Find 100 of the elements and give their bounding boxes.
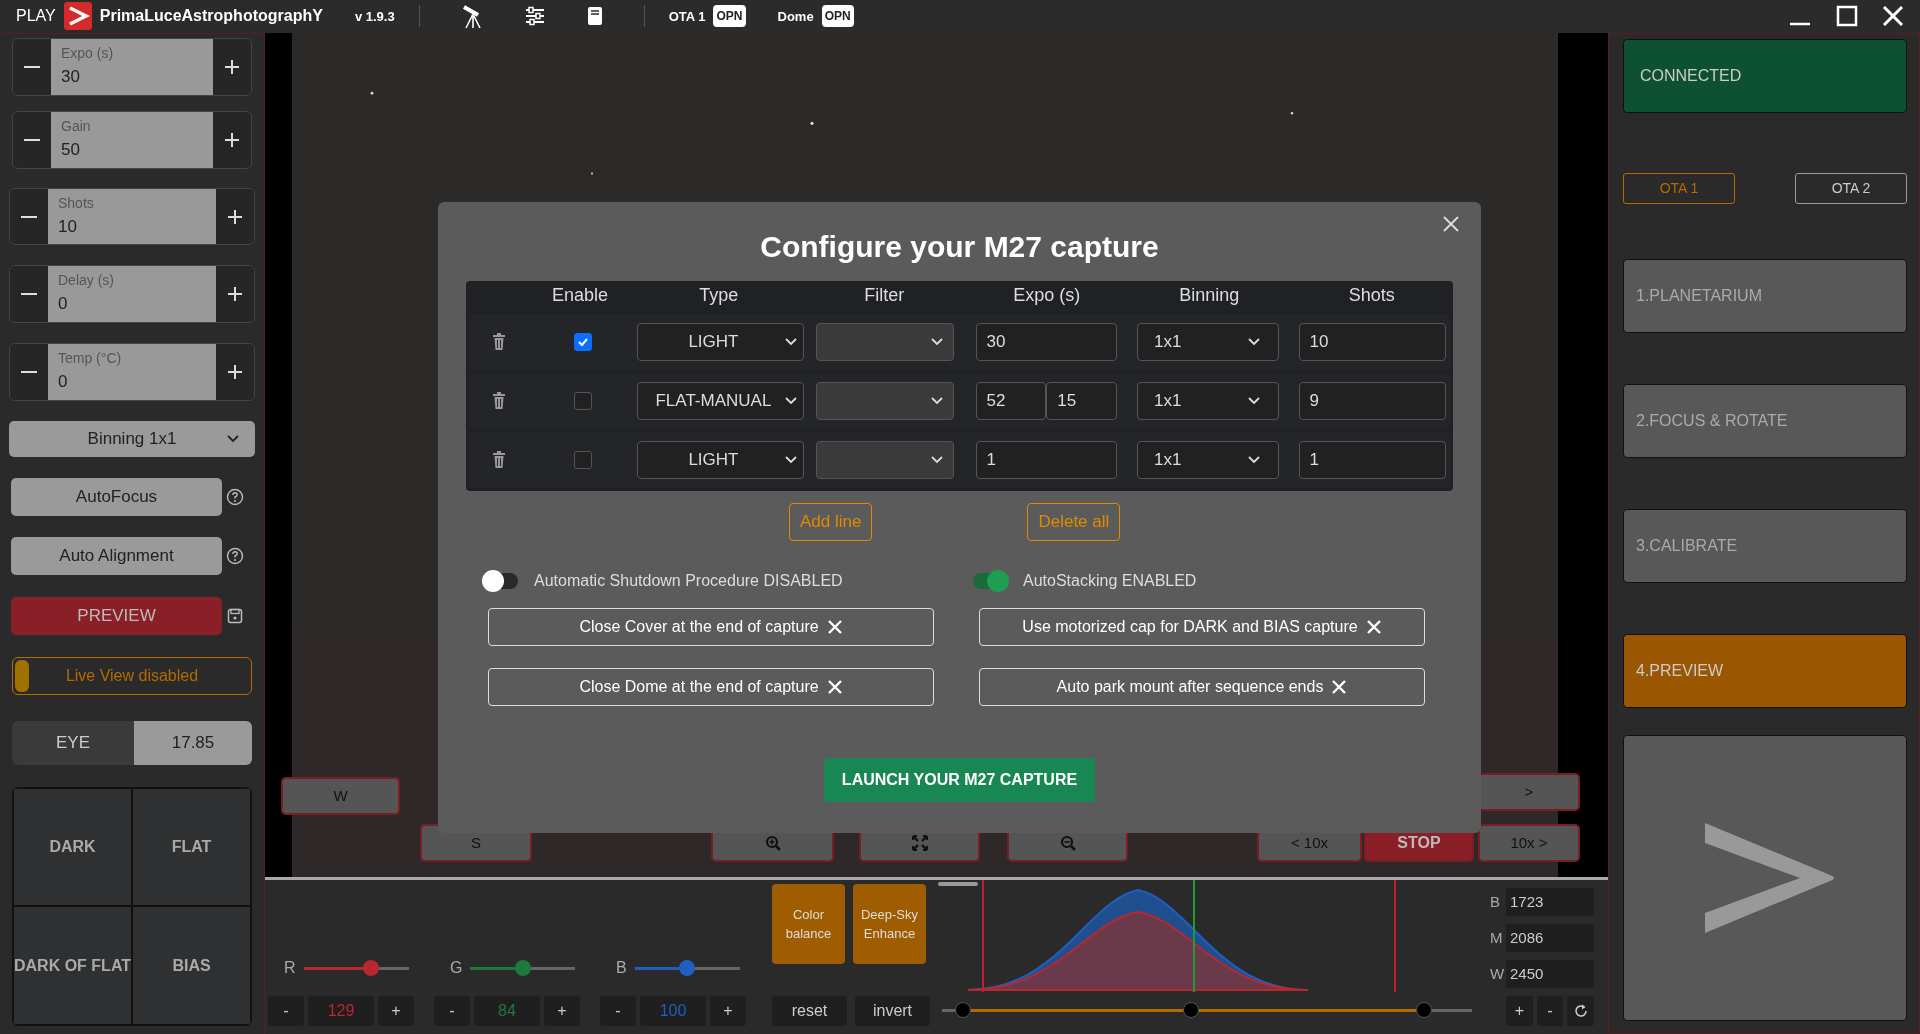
level-field[interactable]: 1723 [1506, 888, 1594, 916]
column-header: Filter [864, 285, 905, 306]
level-label: B [1490, 891, 1501, 912]
slider-thumb[interactable] [514, 960, 531, 976]
help-icon[interactable] [226, 546, 244, 565]
channel-value: 84 [474, 996, 540, 1026]
option-button[interactable]: Close Cover at the end of capture [488, 607, 934, 646]
toggle-switch[interactable] [484, 572, 518, 589]
option-button[interactable]: Use motorized cap for DARK and BIAS capture [979, 607, 1425, 646]
settings-icon[interactable] [523, 6, 546, 27]
column-header: Shots [1348, 285, 1395, 306]
checkbox[interactable] [573, 450, 592, 469]
refresh-button[interactable] [1567, 996, 1594, 1026]
step-button[interactable]: 4.PREVIEW [1623, 633, 1907, 708]
slider-handle[interactable] [1183, 1002, 1200, 1018]
decrease-button[interactable]: - [434, 996, 470, 1026]
ota-tab[interactable]: OTA 1 [1623, 172, 1735, 204]
binning-select[interactable]: 1x1 [1137, 440, 1279, 479]
eye-label: EYE [12, 720, 134, 765]
checkbox[interactable] [573, 332, 592, 351]
maximize-icon[interactable] [1836, 5, 1858, 28]
ota-tab[interactable]: OTA 2 [1795, 172, 1907, 204]
channel-value: 100 [640, 996, 706, 1026]
action-button[interactable]: AutoFocus [11, 477, 222, 516]
exposure-field[interactable]: 1 [975, 440, 1118, 479]
filter-select[interactable] [815, 381, 954, 420]
slider-thumb[interactable] [362, 960, 379, 976]
zoom-in-icon [764, 834, 781, 851]
launch-button[interactable]: LAUNCH YOUR M27 CAPTURE [823, 757, 1096, 802]
option-button[interactable]: Auto park mount after sequence ends [979, 667, 1425, 706]
toggle-switch[interactable] [973, 572, 1007, 589]
exposure-field[interactable]: 52 [975, 381, 1047, 420]
reset-button[interactable]: reset [772, 996, 847, 1026]
slider-handle[interactable] [1416, 1002, 1433, 1018]
eye-value: 17.85 [134, 720, 252, 765]
trash-icon[interactable] [491, 332, 506, 351]
dialog-title: Configure your M27 capture [760, 228, 1159, 265]
level-field[interactable]: 2086 [1506, 924, 1594, 952]
help-icon[interactable] [226, 487, 244, 506]
slider-handle[interactable] [955, 1002, 972, 1018]
shots-field[interactable]: 10 [1298, 322, 1446, 361]
preview-button[interactable]: PREVIEW [11, 596, 222, 635]
close-icon [826, 618, 843, 635]
close-icon [1331, 678, 1348, 695]
column-header: Binning [1179, 285, 1240, 306]
channel-label: R [284, 958, 296, 978]
device-label: Dome [777, 7, 814, 26]
increase-button[interactable]: + [378, 996, 414, 1026]
decrease-button[interactable]: - [268, 996, 304, 1026]
shots-field[interactable]: 9 [1298, 381, 1446, 420]
close-icon [1365, 618, 1382, 635]
channel-label: G [450, 958, 463, 978]
level-button[interactable]: - [1536, 996, 1564, 1026]
effect-button[interactable]: Color balance [772, 884, 845, 964]
level-button[interactable]: + [1506, 996, 1533, 1026]
calibration-button[interactable]: BIAS [132, 906, 251, 1025]
type-select[interactable]: LIGHT [636, 440, 804, 479]
filter-select[interactable] [815, 322, 954, 361]
column-header: Enable [551, 285, 608, 306]
level-label: W [1490, 963, 1502, 984]
type-select[interactable]: FLAT-MANUAL [636, 381, 804, 420]
channel-label: B [616, 958, 627, 978]
type-select[interactable]: LIGHT [636, 322, 804, 361]
binning-select[interactable]: Binning 1x1 [9, 421, 255, 457]
fullscreen-icon [911, 834, 928, 851]
app-name: PLAY [16, 6, 56, 27]
filter-select[interactable] [815, 440, 954, 479]
zoom-out-icon [1059, 834, 1076, 851]
increase-button[interactable]: + [710, 996, 746, 1026]
logo-icon [63, 2, 92, 31]
shots-field[interactable]: 1 [1298, 440, 1446, 479]
effect-button[interactable]: Deep-Sky Enhance [853, 884, 926, 964]
column-header: Type [699, 285, 739, 306]
exposure-field[interactable]: 15 [1046, 381, 1118, 420]
checkbox[interactable] [573, 391, 592, 410]
toggle-label: AutoStacking ENABLED [1023, 570, 1197, 591]
increase-button[interactable]: + [544, 996, 580, 1026]
status-badge: OPN [821, 5, 854, 28]
trash-icon[interactable] [491, 450, 506, 469]
binning-select[interactable]: 1x1 [1137, 381, 1279, 420]
calibration-button[interactable]: DARK OF FLAT [13, 906, 132, 1025]
action-button[interactable]: Auto Alignment [11, 536, 222, 575]
exposure-field[interactable]: 30 [975, 322, 1118, 361]
slider-thumb[interactable] [679, 960, 696, 976]
device-label: OTA 1 [668, 7, 706, 26]
calibration-button[interactable]: FLAT [132, 787, 251, 907]
status-panel: CONNECTED [1623, 38, 1907, 113]
binning-select[interactable]: 1x1 [1137, 322, 1279, 361]
column-header: Expo (s) [1013, 285, 1081, 306]
calibration-button[interactable]: DARK [13, 787, 132, 907]
level-field[interactable]: 2450 [1506, 960, 1594, 988]
invert-button[interactable]: invert [855, 996, 930, 1026]
trash-icon[interactable] [491, 391, 506, 410]
decrease-button[interactable]: - [600, 996, 636, 1026]
start-button[interactable] [1623, 734, 1907, 1021]
status-badge: OPN [713, 5, 746, 28]
live-view-toggle[interactable]: Live View disabled [12, 656, 252, 695]
book-icon[interactable] [585, 6, 604, 27]
option-button[interactable]: Close Dome at the end of capture [488, 667, 934, 706]
save-icon[interactable] [227, 607, 243, 624]
